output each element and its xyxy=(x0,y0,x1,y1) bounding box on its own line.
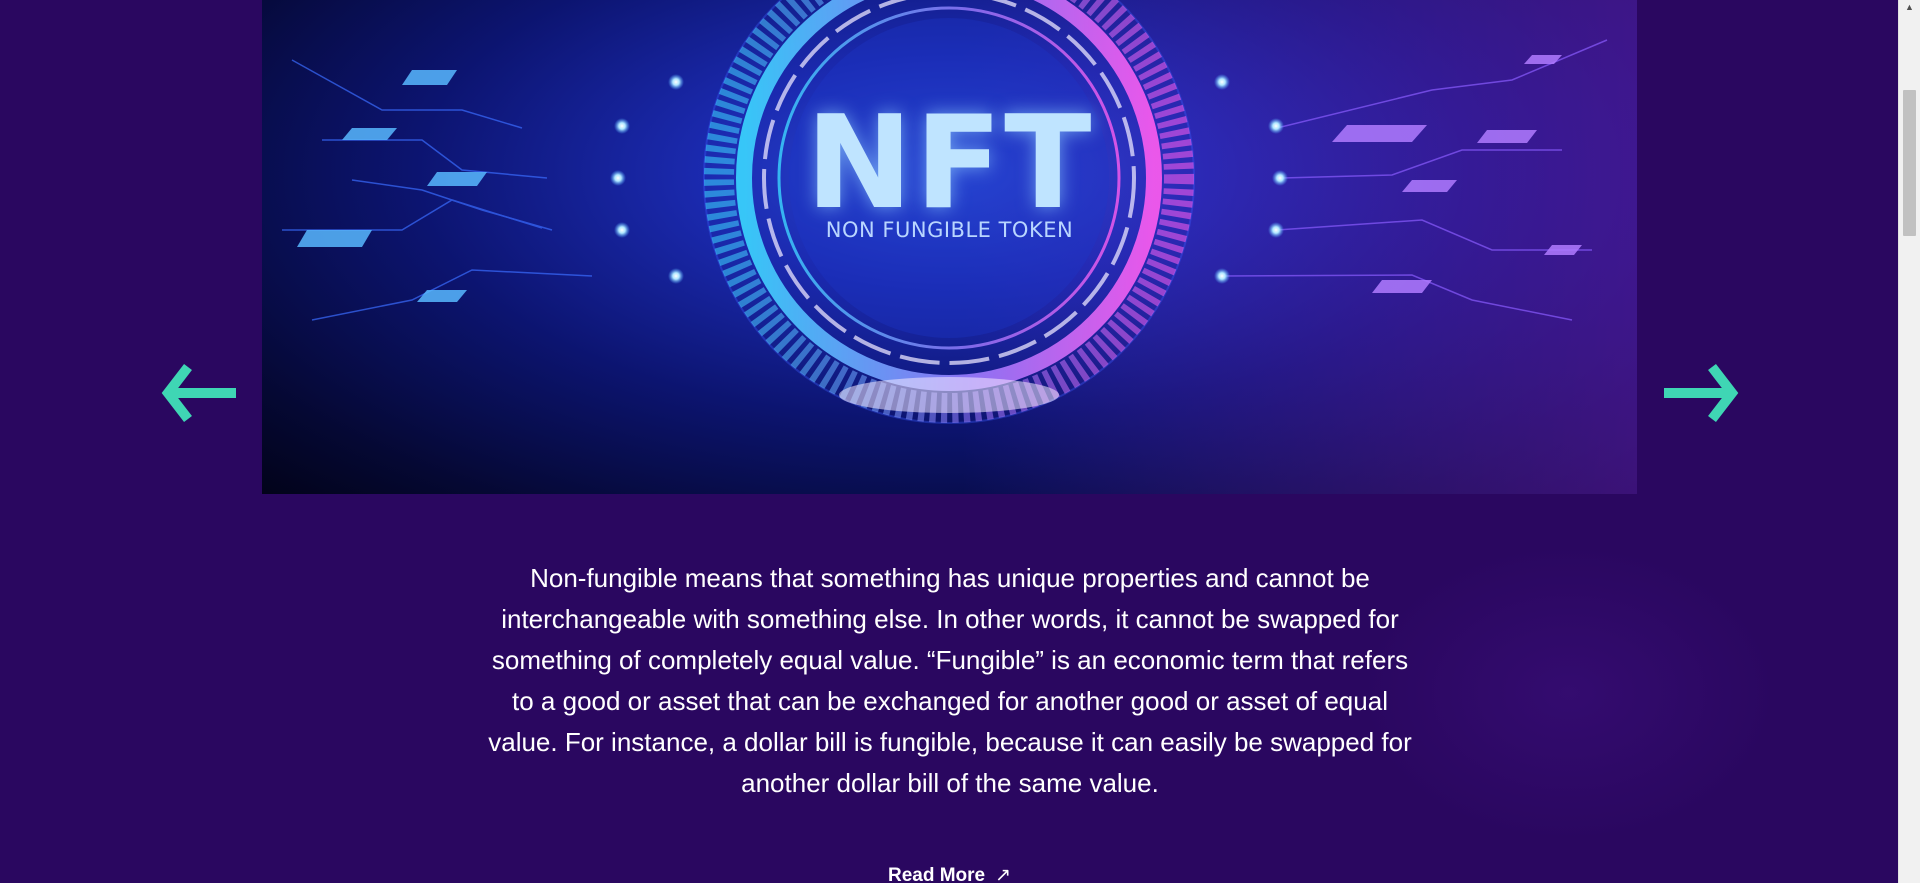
content-area: NFT NON FUNGIBLE TOKEN Non-fungible mean… xyxy=(0,0,1899,883)
scrollbar-thumb[interactable] xyxy=(1903,90,1916,236)
read-more-link[interactable]: Read More ↗ xyxy=(0,864,1899,883)
carousel-prev-button[interactable] xyxy=(160,362,240,424)
scroll-up-icon[interactable]: ▲ xyxy=(1899,0,1920,17)
arrow-right-icon xyxy=(1664,363,1739,423)
banner-graphic xyxy=(282,0,1637,494)
nft-description: Non-fungible means that something has un… xyxy=(488,563,1412,798)
read-more-label: Read More xyxy=(887,865,986,883)
vertical-scrollbar[interactable]: ▲ xyxy=(1898,0,1920,883)
page: NFT NON FUNGIBLE TOKEN Non-fungible mean… xyxy=(0,0,1920,883)
carousel-next-button[interactable] xyxy=(1660,362,1740,424)
external-arrow-icon: ↗ xyxy=(995,865,1012,883)
background-glow xyxy=(1359,543,1779,843)
banner-title: NFT xyxy=(805,89,1094,238)
banner-subtitle: NON FUNGIBLE TOKEN xyxy=(825,218,1074,242)
nft-banner-image: NFT NON FUNGIBLE TOKEN xyxy=(262,0,1637,494)
arrow-left-icon xyxy=(161,363,236,423)
